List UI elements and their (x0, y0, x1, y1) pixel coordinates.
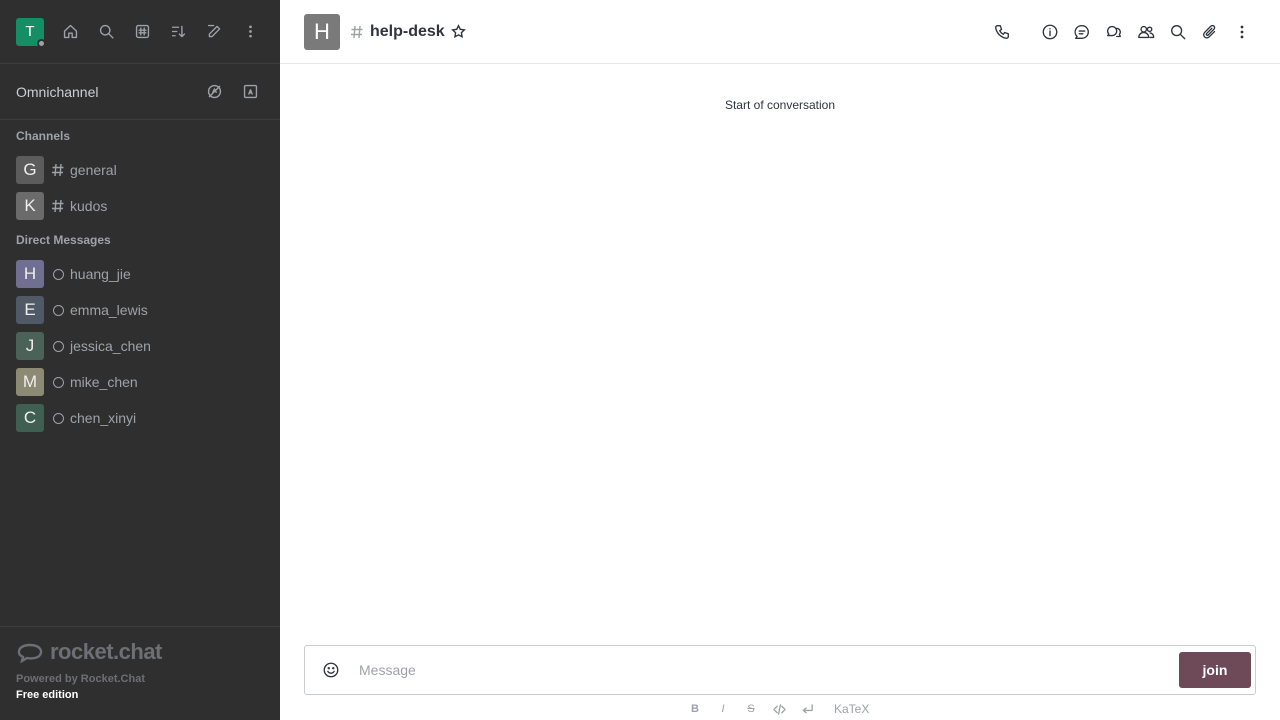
sidebar-item-label: emma_lewis (70, 302, 148, 318)
channels-list: Ggeneral Kkudos (0, 152, 280, 224)
sidebar-item-label: jessica_chen (70, 338, 151, 354)
user-avatar-initial: T (25, 23, 35, 40)
room-avatar: J (16, 332, 44, 360)
directory-button[interactable] (128, 18, 156, 46)
room-name: help-desk (370, 22, 445, 40)
status-offline-icon (50, 302, 66, 318)
home-button[interactable] (56, 18, 84, 46)
hash-icon (50, 198, 66, 214)
code-icon (772, 703, 786, 715)
main-area: H help-desk Start of conversation Messag… (280, 0, 1280, 720)
sidebar-item-label: huang_jie (70, 266, 131, 282)
sidebar-header: T (0, 0, 280, 64)
room-avatar: H (16, 260, 44, 288)
threads-button[interactable] (1068, 18, 1096, 46)
search-button[interactable] (92, 18, 120, 46)
user-status-dot (37, 38, 46, 48)
omnichannel-unavailable-icon (207, 84, 221, 99)
sidebar-item-label: general (70, 162, 117, 178)
channels-section-title: Channels (16, 129, 71, 143)
multiline-button[interactable] (796, 699, 818, 719)
room-avatar: G (16, 156, 44, 184)
hash-icon (50, 162, 66, 178)
favorite-star-icon[interactable] (450, 24, 466, 39)
members-button[interactable] (1132, 18, 1160, 46)
omnichannel-section: Omnichannel (0, 64, 280, 120)
info-icon (1042, 24, 1058, 39)
room-info-button[interactable] (1036, 18, 1064, 46)
sidebar-item-dm[interactable]: Mmike_chen (0, 364, 280, 400)
members-icon (1138, 25, 1155, 38)
threads-icon (1074, 24, 1089, 39)
dm-list: Hhuang_jie Eemma_lewis Jjessica_chen Mmike_… (0, 256, 280, 436)
edition-text: Free edition (16, 689, 79, 701)
files-button[interactable] (1196, 18, 1224, 46)
dm-section-title: Direct Messages (16, 233, 111, 247)
room-avatar: K (16, 192, 44, 220)
code-button[interactable] (768, 699, 790, 719)
room-kebab-button[interactable] (1228, 18, 1256, 46)
status-offline-icon (50, 266, 66, 282)
message-composer: join (304, 645, 1256, 695)
sidebar-footer: rocket.chat Powered by Rocket.Chat Free … (0, 626, 280, 720)
join-button[interactable]: join (1179, 652, 1251, 688)
sidebar-item-label: chen_xinyi (70, 410, 137, 426)
emoji-icon (323, 662, 339, 678)
directory-icon (135, 24, 149, 39)
sort-icon (171, 25, 185, 38)
room-avatar: C (16, 404, 44, 432)
create-new-button[interactable] (200, 18, 228, 46)
status-offline-icon (50, 338, 66, 354)
room-avatar: H (304, 13, 340, 50)
formatting-toolbar: B I S KaTeX (684, 699, 869, 719)
rocketchat-logo[interactable]: rocket.chat (16, 637, 264, 667)
status-offline-icon (50, 410, 66, 426)
channel-hash-icon (350, 25, 364, 39)
kebab-icon (1240, 25, 1244, 38)
sidebar-item-channel[interactable]: Ggeneral (0, 152, 280, 188)
sidebar: T Omnichannel Channels G general K kudos… (0, 0, 280, 720)
rocketchat-logo-icon (17, 643, 43, 663)
italic-button[interactable]: I (712, 699, 734, 719)
more-options-button[interactable] (236, 18, 264, 46)
search-icon (1171, 24, 1186, 39)
sort-button[interactable] (164, 18, 192, 46)
user-avatar[interactable]: T (16, 17, 46, 48)
strikethrough-button[interactable]: S (740, 699, 762, 719)
status-offline-icon (50, 374, 66, 390)
rocketchat-logo-text: rocket.chat (50, 639, 162, 664)
discussion-icon (1107, 25, 1121, 37)
message-input[interactable] (359, 659, 1171, 681)
discussions-button[interactable] (1100, 18, 1128, 46)
sidebar-item-dm[interactable]: Hhuang_jie (0, 256, 280, 292)
call-button[interactable] (988, 18, 1016, 46)
paperclip-icon (1203, 24, 1216, 39)
bold-button[interactable]: B (684, 699, 706, 719)
sidebar-item-label: mike_chen (70, 374, 138, 390)
search-messages-button[interactable] (1164, 18, 1192, 46)
contact-center-icon (243, 84, 257, 99)
sidebar-item-dm[interactable]: Jjessica_chen (0, 328, 280, 364)
room-avatar: E (16, 296, 44, 324)
room-header: H help-desk (280, 0, 1280, 64)
katex-link[interactable]: KaTeX (834, 702, 869, 716)
sidebar-item-dm[interactable]: Cchen_xinyi (0, 400, 280, 436)
powered-by-text: Powered by Rocket.Chat (16, 673, 145, 685)
sidebar-item-dm[interactable]: Eemma_lewis (0, 292, 280, 328)
pencil-icon (207, 24, 220, 38)
omnichannel-availability-button[interactable] (200, 78, 228, 106)
room-avatar: M (16, 368, 44, 396)
sidebar-item-label: kudos (70, 198, 108, 214)
sidebar-item-channel[interactable]: Kkudos (0, 188, 280, 224)
omnichannel-label: Omnichannel (16, 83, 99, 100)
phone-icon (995, 24, 1009, 39)
start-of-conversation: Start of conversation (724, 98, 836, 112)
kebab-icon (248, 25, 252, 38)
enter-icon (802, 703, 813, 713)
home-icon (63, 24, 77, 39)
search-icon (99, 24, 114, 39)
emoji-button[interactable] (309, 659, 353, 681)
omnichannel-contact-center-button[interactable] (236, 78, 264, 106)
